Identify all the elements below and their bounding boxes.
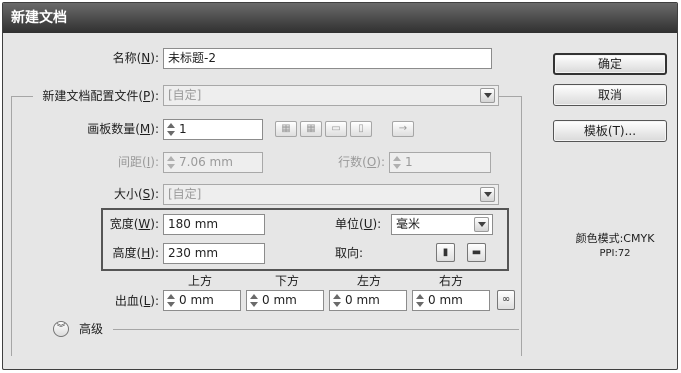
group-border-right [521, 96, 522, 356]
artboard-count-label: 画板数量(M): [87, 122, 159, 136]
spinner-icon [393, 156, 401, 169]
profile-dropdown[interactable]: [自定] [163, 85, 499, 106]
units-value: 毫米 [396, 217, 421, 231]
profile-label: 新建文档配置文件(P): [42, 89, 159, 103]
spinner-icon [333, 294, 341, 307]
size-dropdown[interactable]: [自定] [163, 184, 499, 205]
bleed-label: 出血(L): [114, 294, 159, 308]
templates-button[interactable]: 模板(T)... [553, 120, 667, 142]
size-label: 大小(S): [113, 187, 159, 201]
chevron-down-icon [474, 217, 489, 232]
name-input[interactable]: 未标题-2 [163, 48, 492, 69]
advanced-divider [113, 329, 519, 330]
right-to-left-icon[interactable]: → [392, 121, 414, 137]
landscape-icon[interactable]: ▬ [467, 243, 486, 262]
profile-value: [自定] [168, 88, 202, 102]
spinner-icon [416, 294, 424, 307]
spacing-input[interactable]: 7.06 mm [163, 152, 263, 173]
group-border-left [11, 96, 12, 356]
bleed-bottom-input[interactable]: 0 mm [246, 290, 324, 311]
bleed-left-input[interactable]: 0 mm [329, 290, 407, 311]
bleed-right-input[interactable]: 0 mm [412, 290, 490, 311]
color-mode-text: 颜色模式:CMYK [575, 232, 655, 245]
dialog-title: 新建文档 [3, 3, 677, 33]
ppi-text: PPI:72 [599, 248, 631, 259]
width-input[interactable]: 180 mm [163, 214, 265, 235]
units-label: 单位(U): [335, 217, 382, 231]
units-dropdown[interactable]: 毫米 [391, 214, 493, 235]
artboard-count-input[interactable]: 1 [163, 119, 263, 140]
grid-by-row-icon[interactable]: ▦ [275, 121, 297, 137]
columns-label: 行数(O): [338, 155, 385, 169]
spinner-icon [167, 294, 175, 307]
arrange-by-column-icon[interactable]: ▯ [350, 121, 372, 137]
spacing-label: 间距(I): [118, 155, 159, 169]
bleed-left-label: 左方 [357, 274, 382, 288]
size-value: [自定] [168, 187, 202, 201]
portrait-icon[interactable]: ▮ [436, 243, 455, 262]
bleed-right-label: 右方 [439, 274, 464, 288]
chevron-down-icon [480, 187, 495, 202]
chevron-down-icon [480, 88, 495, 103]
arrange-by-row-icon[interactable]: ▭ [325, 121, 347, 137]
height-label: 高度(H): [112, 246, 159, 260]
spinner-icon [250, 294, 258, 307]
chevron-double-down-icon[interactable]: ︾ [53, 321, 69, 337]
new-document-dialog: 新建文档 名称(N): 未标题-2 新建文档配置文件(P): [自定] 画板数量… [2, 2, 678, 370]
profile-group-line-right [499, 96, 521, 97]
ok-button[interactable]: 确定 [553, 53, 667, 75]
spinner-icon [167, 123, 175, 136]
height-input[interactable]: 230 mm [163, 243, 265, 264]
spinner-icon [167, 156, 175, 169]
bleed-top-input[interactable]: 0 mm [163, 290, 241, 311]
width-label: 宽度(W): [109, 217, 159, 231]
columns-input[interactable]: 1 [389, 152, 491, 173]
orientation-label: 取向: [335, 246, 364, 260]
name-label: 名称(N): [112, 51, 159, 65]
bleed-bottom-label: 下方 [275, 274, 300, 288]
grid-by-column-icon[interactable]: ▦ [300, 121, 322, 137]
cancel-button[interactable]: 取消 [553, 84, 667, 106]
bleed-top-label: 上方 [188, 274, 213, 288]
chain-link-icon[interactable]: ∞ [497, 290, 515, 310]
advanced-label[interactable]: 高级 [79, 321, 103, 337]
